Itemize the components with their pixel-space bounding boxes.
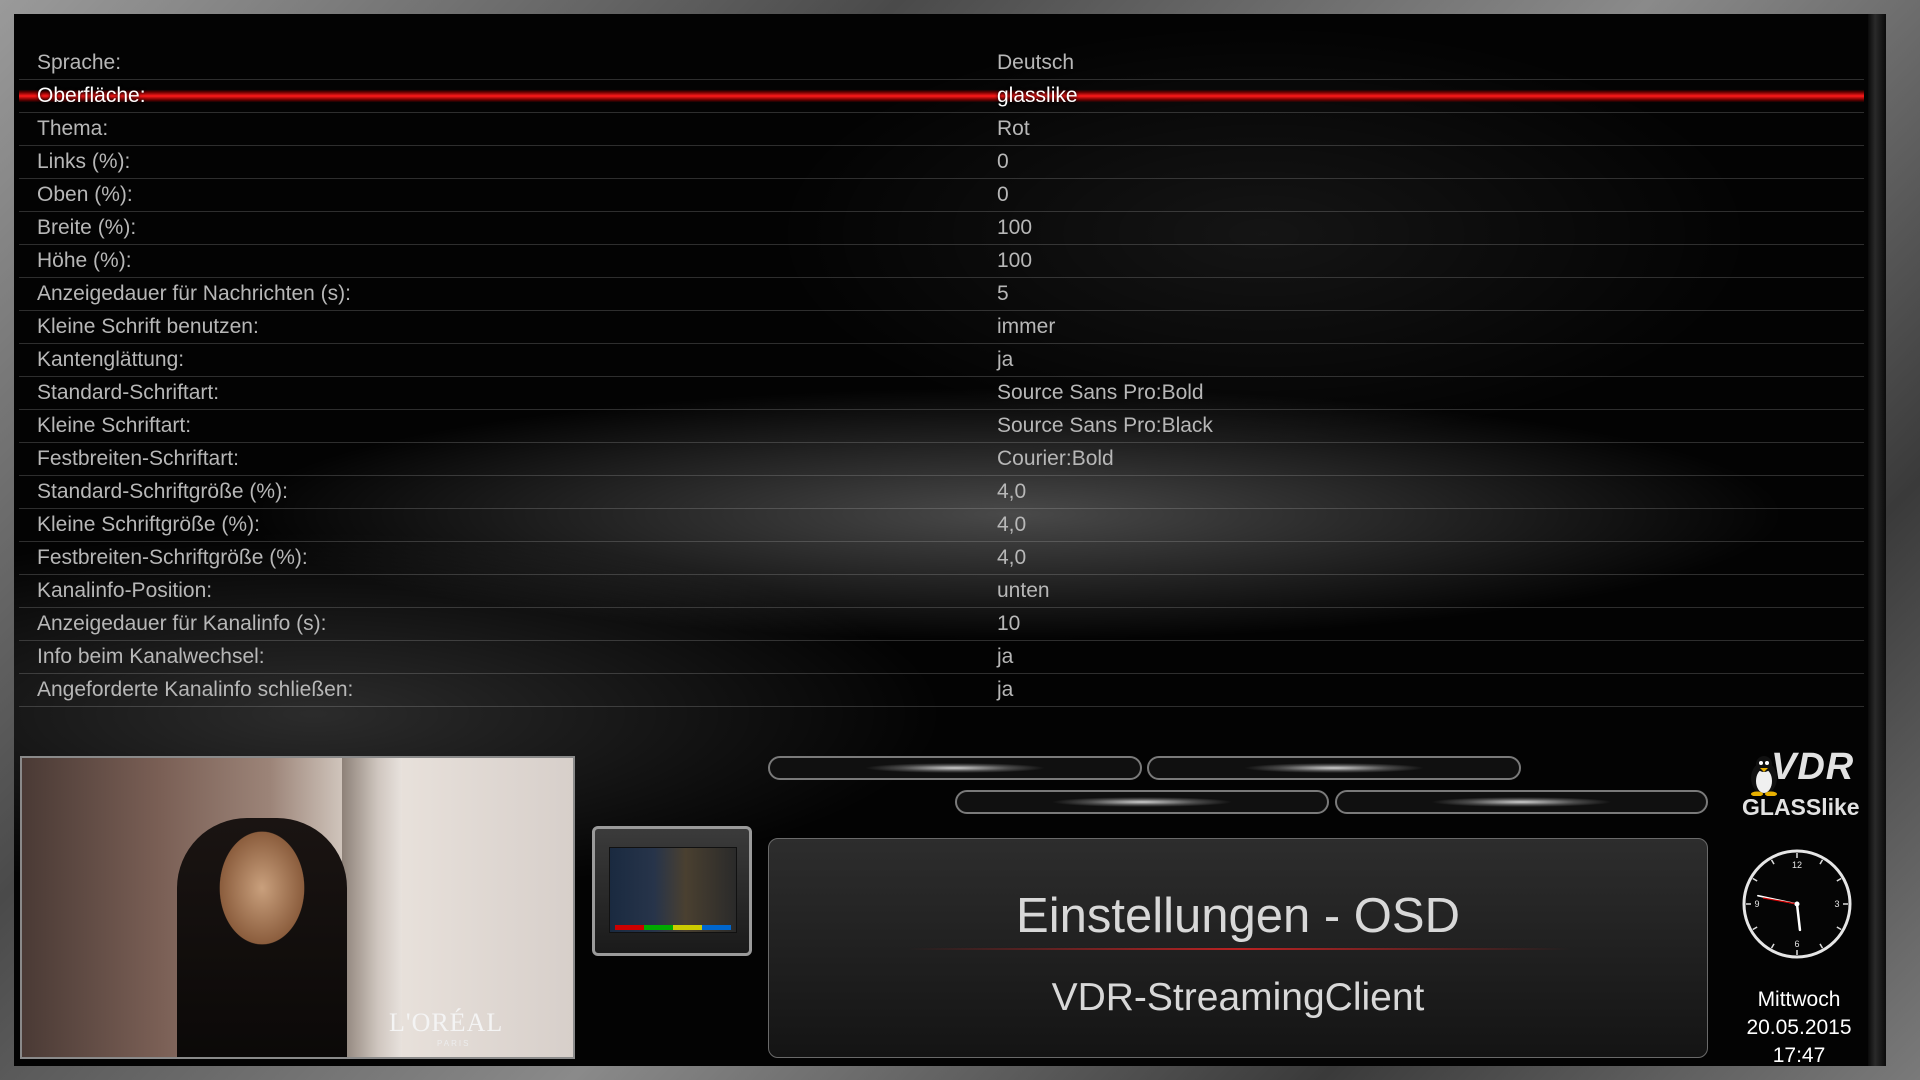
tv-icon — [592, 826, 752, 956]
settings-value: immer — [997, 315, 1056, 338]
color-button-red[interactable] — [768, 756, 1142, 780]
settings-label: Kantenglättung: — [37, 348, 185, 371]
preview-brand-sub: PARIS — [437, 1039, 471, 1048]
settings-row[interactable]: Breite (%): 100 — [19, 212, 1864, 245]
date-label: 20.05.2015 — [1746, 1016, 1852, 1039]
settings-value: 0 — [997, 150, 1009, 173]
settings-row[interactable]: Oberfläche: glasslike — [19, 80, 1864, 113]
settings-row[interactable]: Kleine Schriftart: Source Sans Pro:Black — [19, 410, 1864, 443]
settings-row[interactable]: Sprache: Deutsch — [19, 47, 1864, 80]
settings-value: glasslike — [997, 84, 1078, 107]
settings-value: 4,0 — [997, 480, 1027, 503]
settings-row[interactable]: Info beim Kanalwechsel: ja — [19, 641, 1864, 674]
settings-value: Source Sans Pro:Black — [997, 414, 1213, 437]
svg-text:9: 9 — [1754, 899, 1759, 909]
settings-label: Kleine Schriftgröße (%): — [37, 513, 260, 536]
settings-row[interactable]: Kleine Schrift benutzen: immer — [19, 311, 1864, 344]
settings-value: 10 — [997, 612, 1021, 635]
settings-row[interactable]: Kanalinfo-Position: unten — [19, 575, 1864, 608]
settings-value: Rot — [997, 117, 1030, 140]
date-time: Mittwoch 20.05.2015 17:47 — [1729, 986, 1869, 1066]
settings-row[interactable]: Oben (%): 0 — [19, 179, 1864, 212]
settings-label: Kleine Schrift benutzen: — [37, 315, 259, 338]
settings-label: Standard-Schriftgröße (%): — [37, 480, 288, 503]
settings-row[interactable]: Links (%): 0 — [19, 146, 1864, 179]
settings-row[interactable]: Festbreiten-Schriftart: Courier:Bold — [19, 443, 1864, 476]
settings-row[interactable]: Thema: Rot — [19, 113, 1864, 146]
settings-value: 100 — [997, 249, 1033, 272]
settings-label: Anzeigedauer für Kanalinfo (s): — [37, 612, 327, 635]
settings-value: Source Sans Pro:Bold — [997, 381, 1204, 404]
svg-text:6: 6 — [1794, 939, 1799, 949]
logo-vdr-text: VDR — [1771, 746, 1855, 788]
settings-list: Sprache: Deutsch Oberfläche: glasslike Thema… — [19, 47, 1864, 707]
page-subtitle: VDR-StreamingClient — [1051, 976, 1425, 1019]
settings-value: 4,0 — [997, 546, 1027, 569]
settings-row[interactable]: Höhe (%): 100 — [19, 245, 1864, 278]
title-panel: Einstellungen - OSD VDR-StreamingClient — [768, 838, 1708, 1058]
tv-color-bar — [615, 925, 731, 930]
color-button-yellow[interactable] — [955, 790, 1329, 814]
settings-label: Festbreiten-Schriftart: — [37, 447, 239, 470]
title-divider — [909, 948, 1569, 950]
settings-label: Oberfläche: — [37, 84, 146, 107]
tv-screen — [609, 847, 737, 933]
scrollbar[interactable] — [1868, 14, 1886, 1066]
osd-screen: Sprache: Deutsch Oberfläche: glasslike Thema… — [14, 14, 1886, 1066]
settings-label: Höhe (%): — [37, 249, 132, 272]
svg-text:3: 3 — [1834, 899, 1839, 909]
settings-row[interactable]: Anzeigedauer für Nachrichten (s): 5 — [19, 278, 1864, 311]
settings-value: ja — [997, 678, 1014, 701]
vdr-logo: VDR GLASSlike — [1726, 746, 1876, 836]
svg-text:12: 12 — [1792, 860, 1802, 870]
preview-brand: L'ORÉAL — [389, 1008, 504, 1037]
settings-row[interactable]: Festbreiten-Schriftgröße (%): 4,0 — [19, 542, 1864, 575]
settings-row[interactable]: Anzeigedauer für Kanalinfo (s): 10 — [19, 608, 1864, 641]
settings-value: ja — [997, 348, 1014, 371]
preview-person — [177, 818, 347, 1057]
color-button-blue[interactable] — [1335, 790, 1708, 814]
clock-icon: 12 3 6 9 — [1742, 849, 1852, 959]
tv-frame: Sprache: Deutsch Oberfläche: glasslike Thema… — [0, 0, 1920, 1080]
settings-label: Angeforderte Kanalinfo schließen: — [37, 678, 354, 701]
settings-value: unten — [997, 579, 1050, 602]
logo-glasslike-text: GLASSlike — [1742, 794, 1860, 820]
settings-label: Thema: — [37, 117, 109, 140]
settings-value: Deutsch — [997, 51, 1075, 74]
settings-row[interactable]: Standard-Schriftart: Source Sans Pro:Bold — [19, 377, 1864, 410]
time-label: 17:47 — [1772, 1044, 1826, 1066]
settings-row[interactable]: Angeforderte Kanalinfo schließen: ja — [19, 674, 1864, 707]
settings-label: Standard-Schriftart: — [37, 381, 220, 404]
page-title: Einstellungen - OSD — [1016, 889, 1460, 943]
settings-label: Breite (%): — [37, 216, 137, 239]
settings-value: 5 — [997, 282, 1009, 305]
settings-value: ja — [997, 645, 1014, 668]
settings-label: Oben (%): — [37, 183, 133, 206]
settings-label: Links (%): — [37, 150, 131, 173]
settings-row[interactable]: Kantenglättung: ja — [19, 344, 1864, 377]
video-preview: L'ORÉAL PARIS — [20, 756, 575, 1059]
settings-value: 4,0 — [997, 513, 1027, 536]
settings-value: 100 — [997, 216, 1033, 239]
settings-label: Sprache: — [37, 51, 122, 74]
settings-label: Festbreiten-Schriftgröße (%): — [37, 546, 308, 569]
settings-label: Info beim Kanalwechsel: — [37, 645, 265, 668]
settings-row[interactable]: Kleine Schriftgröße (%): 4,0 — [19, 509, 1864, 542]
settings-label: Kanalinfo-Position: — [37, 579, 213, 602]
settings-label: Anzeigedauer für Nachrichten (s): — [37, 282, 351, 305]
settings-row[interactable]: Standard-Schriftgröße (%): 4,0 — [19, 476, 1864, 509]
color-button-green[interactable] — [1147, 756, 1521, 780]
weekday-label: Mittwoch — [1757, 988, 1841, 1011]
settings-value: Courier:Bold — [997, 447, 1114, 470]
settings-value: 0 — [997, 183, 1009, 206]
settings-label: Kleine Schriftart: — [37, 414, 192, 437]
